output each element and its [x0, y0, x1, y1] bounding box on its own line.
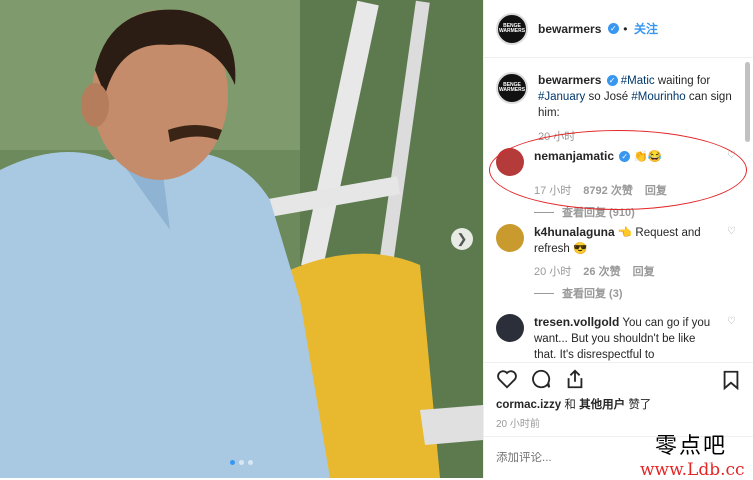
caption-time: 20 小时	[538, 131, 576, 143]
comment-likes[interactable]: 8792 次赞	[583, 182, 633, 198]
watermark-publish: 发布	[695, 456, 715, 467]
carousel-indicator	[230, 460, 253, 465]
post-caption: BENGE WARMERS bewarmers ✓ #Matic waiting…	[496, 72, 736, 145]
avatar[interactable]	[496, 314, 524, 342]
view-replies-label: 查看回复 (3)	[562, 288, 623, 300]
post-timestamp: 20 小时前	[496, 419, 540, 430]
comment-username[interactable]: tresen.vollgold	[534, 315, 619, 329]
caption-username[interactable]: bewarmers	[538, 73, 601, 87]
action-bar	[484, 362, 753, 394]
verified-icon: ✓	[619, 151, 631, 163]
post-sidebar: BENGE WARMERS bewarmers ✓ • 关注 BENGE WAR…	[483, 0, 753, 478]
carousel-dot	[248, 460, 253, 465]
comment-meta: 20 小时 26 次赞 回复	[534, 263, 736, 279]
comment-body: k4hunalaguna 👈 Request and refresh 😎	[534, 224, 712, 257]
bookmark-icon[interactable]	[720, 369, 742, 391]
carousel-dot	[230, 460, 235, 465]
divider	[534, 292, 554, 294]
comment-likes[interactable]: 26 次赞	[583, 263, 620, 279]
follow-button[interactable]: 关注	[634, 22, 658, 36]
verified-icon: ✓	[607, 22, 619, 34]
comment-item: nemanjamatic ✓ 👏😂 ♡ 17 小时 8792 次赞 回复 查看回…	[496, 148, 736, 220]
share-icon[interactable]	[564, 368, 586, 390]
avatar[interactable]: BENGE WARMERS	[496, 72, 528, 104]
photo-illustration	[0, 0, 483, 478]
reply-button[interactable]: 回复	[633, 263, 655, 279]
caption-fragment: so José	[585, 91, 632, 103]
comment-time: 17 小时	[534, 185, 572, 197]
like-comment-icon[interactable]: ♡	[727, 226, 736, 237]
like-comment-icon[interactable]: ♡	[727, 316, 736, 327]
post-header: BENGE WARMERS bewarmers ✓ • 关注	[484, 0, 753, 58]
likes-and: 和	[564, 399, 576, 411]
comment-username[interactable]: k4hunalaguna	[534, 225, 615, 239]
comment-text-prefix: 👈	[617, 227, 633, 239]
avatar[interactable]	[496, 148, 524, 176]
likes-summary: cormac.izzy 和 其他用户 赞了	[496, 396, 651, 412]
reply-button[interactable]: 回复	[645, 182, 667, 198]
comment-item: k4hunalaguna 👈 Request and refresh 😎 ♡ 2…	[496, 224, 736, 301]
separator-dot: •	[623, 21, 628, 36]
verified-icon: ✓	[606, 75, 618, 87]
avatar[interactable]	[496, 224, 524, 252]
view-replies-label: 查看回复 (910)	[562, 207, 635, 219]
comment-body: nemanjamatic ✓ 👏😂	[534, 148, 712, 176]
comment-username[interactable]: nemanjamatic	[534, 149, 614, 163]
view-replies[interactable]: 查看回复 (910)	[534, 204, 736, 220]
instagram-post: ❯ BENGE WARMERS bewarmers ✓ • 关注 BENGE W…	[0, 0, 753, 478]
heart-icon[interactable]	[496, 368, 518, 390]
hashtag-link[interactable]: #Mourinho	[631, 91, 685, 103]
watermark: 零点吧 www.Ldb.cc	[635, 428, 745, 480]
comment-icon[interactable]	[530, 368, 552, 390]
post-image[interactable]: ❯	[0, 0, 483, 478]
watermark-url: www.Ldb.cc	[640, 460, 745, 480]
header-username[interactable]: bewarmers	[538, 22, 601, 36]
next-image-button[interactable]: ❯	[451, 228, 473, 250]
liked-by-others[interactable]: 其他用户	[579, 399, 625, 411]
like-comment-icon[interactable]: ♡	[727, 150, 736, 161]
hashtag-link[interactable]: #January	[538, 91, 585, 103]
comment-text: 👏😂	[633, 151, 663, 163]
comment-time: 20 小时	[534, 266, 572, 278]
divider	[534, 211, 554, 213]
caption-text: bewarmers ✓ #Matic waiting for #January …	[538, 72, 736, 145]
likes-suffix: 赞了	[628, 399, 652, 411]
comment-meta: 17 小时 8792 次赞 回复	[534, 182, 736, 198]
carousel-dot	[239, 460, 244, 465]
liked-by-user[interactable]: cormac.izzy	[496, 399, 561, 411]
avatar[interactable]: BENGE WARMERS	[496, 12, 528, 45]
view-replies[interactable]: 查看回复 (3)	[534, 285, 736, 301]
hashtag-link[interactable]: #Matic	[621, 75, 655, 87]
comments-list[interactable]: BENGE WARMERS bewarmers ✓ #Matic waiting…	[484, 58, 742, 362]
scrollbar[interactable]	[745, 62, 750, 142]
comment-body: tresen.vollgold You can go if you want..…	[534, 314, 712, 362]
comment-item: tresen.vollgold You can go if you want..…	[496, 314, 736, 362]
caption-fragment: waiting for	[654, 75, 711, 87]
